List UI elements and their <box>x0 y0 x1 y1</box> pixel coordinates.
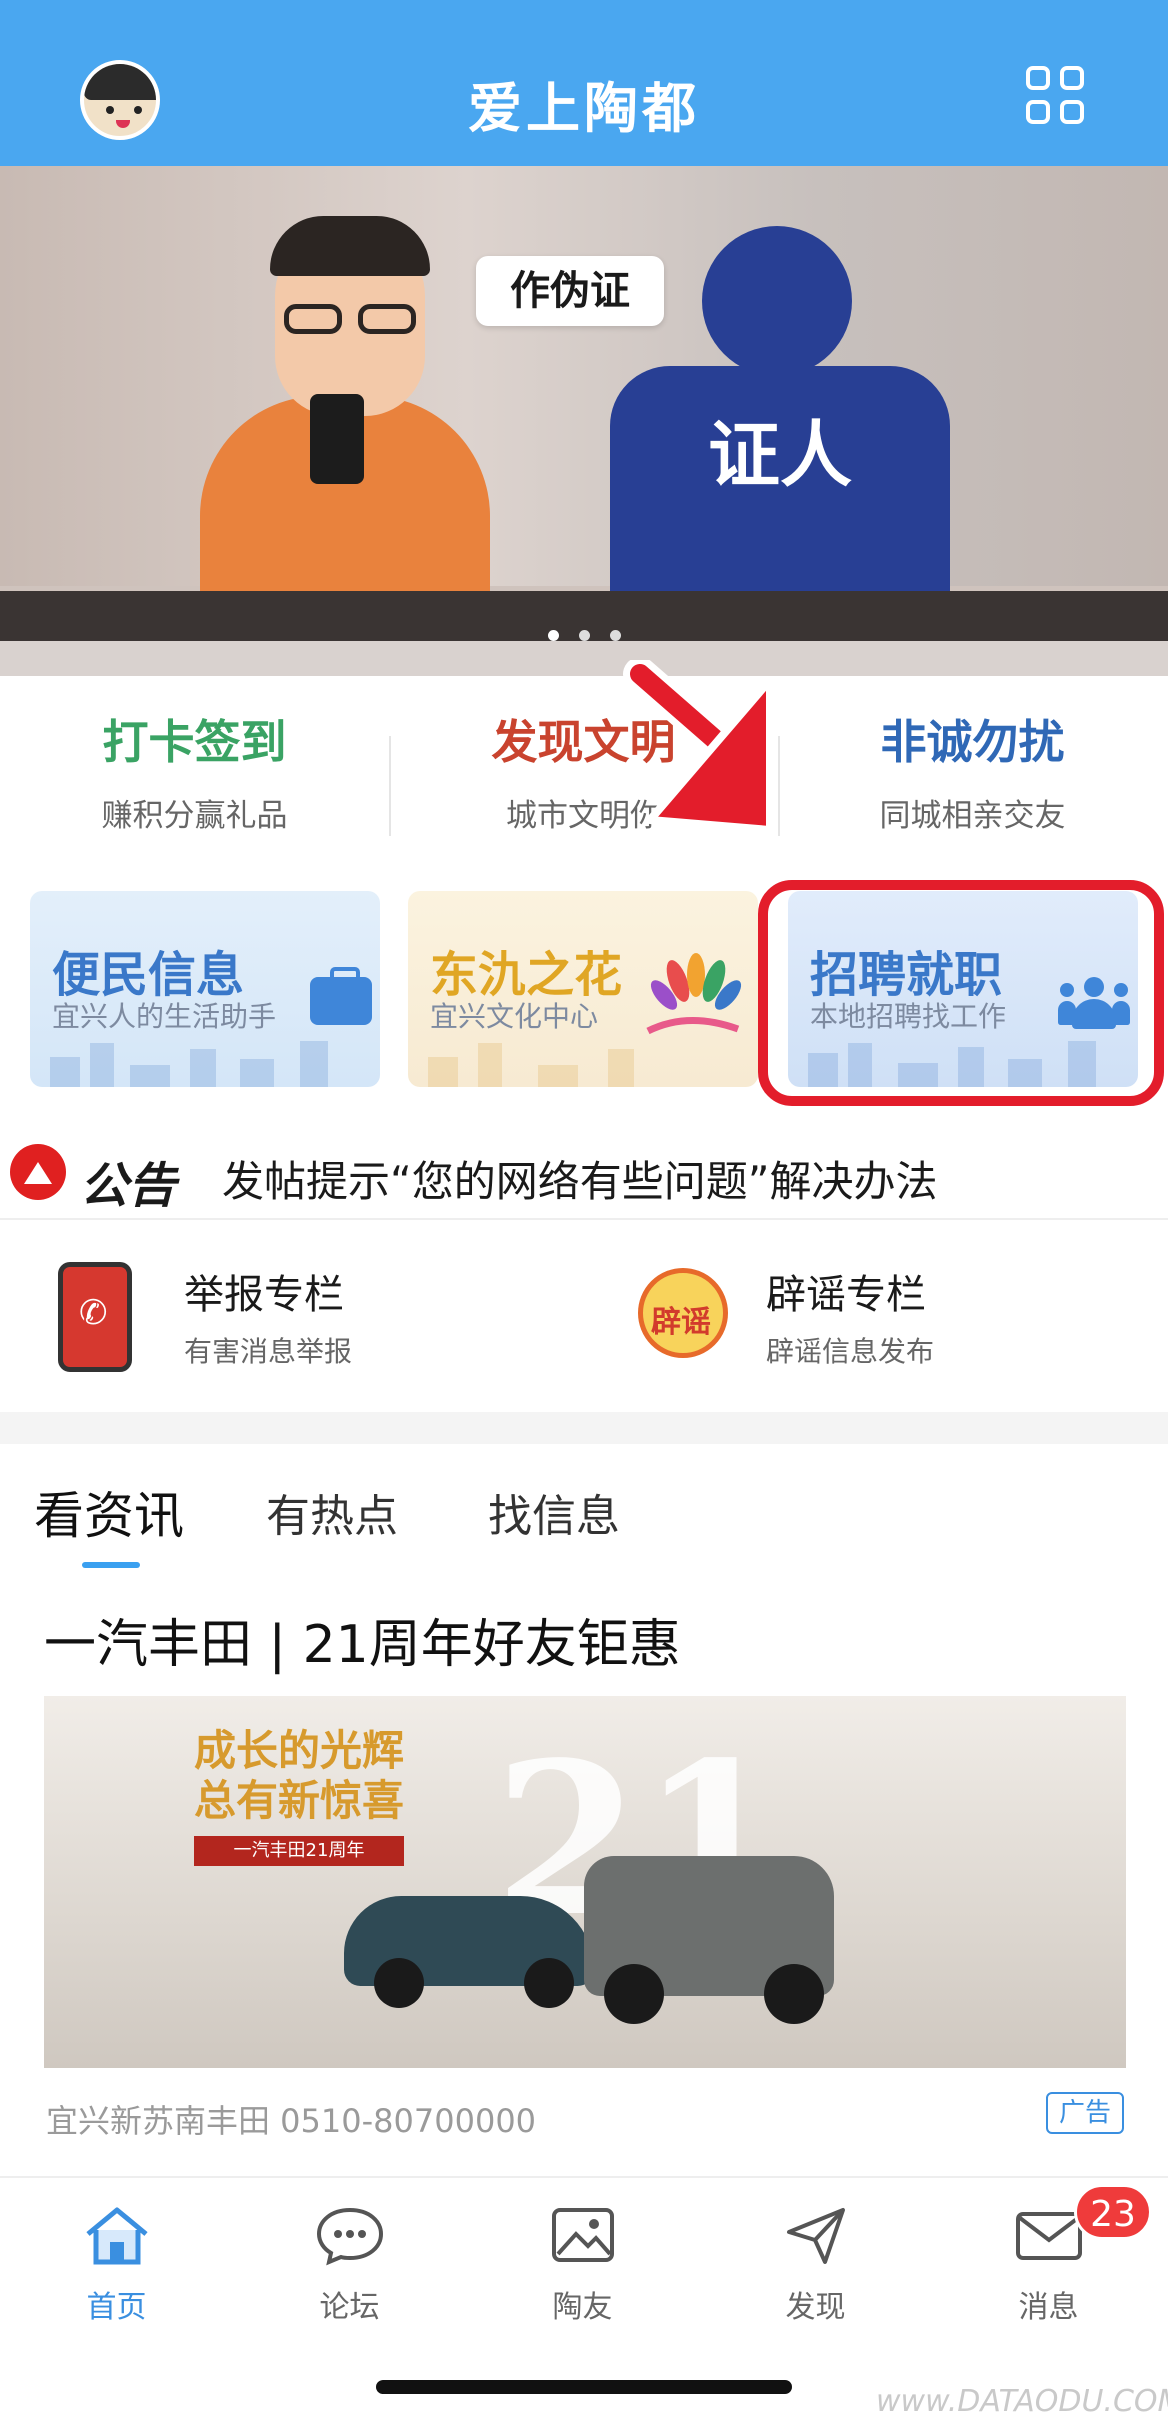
card-subtitle: 宜兴人的生活助手 <box>52 1000 277 1033</box>
red-arrow-annotation <box>623 660 774 834</box>
carousel-dots[interactable] <box>0 626 1168 645</box>
top-bar: 爱上陶都 <box>0 0 1168 166</box>
notice-tag: 公告 <box>80 1158 177 1214</box>
quick-link-title: 打卡签到 <box>102 715 287 769</box>
phone-report-icon <box>58 1262 132 1372</box>
content-tabs: 看资讯 有热点 找信息 <box>0 1444 1168 1574</box>
section-divider <box>0 1412 1168 1444</box>
home-icon <box>85 2207 148 2265</box>
nav-home[interactable]: 首页 <box>0 2204 233 2326</box>
carousel-dot[interactable] <box>609 630 621 641</box>
flower-icon <box>646 953 742 1035</box>
nav-friends[interactable]: 陶友 <box>466 2204 699 2326</box>
quick-link-dating[interactable]: 非诚勿扰 同城相亲交友 <box>778 706 1167 835</box>
ad-badge: 广告 <box>1046 2092 1124 2134</box>
card-dongjiu-flower[interactable]: 东氿之花 宜兴文化中心 <box>408 891 758 1087</box>
home-indicator[interactable] <box>376 2380 792 2394</box>
report-row: 举报专栏 有害消息举报 辟谣 辟谣专栏 辟谣信息发布 <box>0 1222 1168 1412</box>
watermark: www.DATAODU.COM <box>876 2384 1168 2419</box>
report-subtitle: 有害消息举报 <box>184 1335 353 1368</box>
mail-icon <box>1015 2212 1082 2260</box>
carousel-dot[interactable] <box>578 630 590 641</box>
nav-forum[interactable]: 论坛 <box>233 2204 466 2326</box>
glasses-icon <box>278 304 422 334</box>
discover-icon <box>786 2208 845 2264</box>
tab-info[interactable]: 找信息 <box>488 1480 620 1544</box>
quick-link-subtitle: 赚积分赢礼品 <box>101 798 288 834</box>
notice-logo-icon <box>10 1144 66 1200</box>
phone-icon <box>310 394 364 484</box>
banner-carousel[interactable]: 作伪证 证人 <box>0 166 1168 676</box>
ad-image[interactable]: 21 成长的光辉 总有新惊喜 一汽丰田21周年 <box>44 1696 1126 2068</box>
nav-discover[interactable]: 发现 <box>699 2204 932 2326</box>
card-subtitle: 宜兴文化中心 <box>430 1000 599 1033</box>
speech-bubble: 作伪证 <box>476 256 664 326</box>
ad-source: 宜兴新苏南丰田 0510-80700000 <box>46 2102 537 2140</box>
witness-label: 证人 <box>707 413 852 497</box>
tab-news[interactable]: 看资讯 <box>34 1476 184 1548</box>
forum-icon <box>316 2207 383 2266</box>
app-page: 爱上陶都 作伪证 证人 打卡签到 赚积分赢礼品 发现文明 城市文明你 非诚勿扰 … <box>0 0 1168 2424</box>
carousel-dot[interactable] <box>547 630 559 641</box>
image-icon <box>551 2208 614 2262</box>
article-title[interactable]: 一汽丰田 | 21周年好友钜惠 <box>44 1602 681 1677</box>
app-title: 爱上陶都 <box>468 77 700 140</box>
quick-link-checkin[interactable]: 打卡签到 赚积分赢礼品 <box>0 706 389 835</box>
notice-bar[interactable]: 公告 发帖提示“您的网络有些问题”解决办法 <box>0 1120 1168 1220</box>
quick-link-subtitle: 同城相亲交友 <box>879 798 1066 834</box>
tab-active-indicator <box>82 1562 140 1568</box>
rumor-subtitle: 辟谣信息发布 <box>766 1335 935 1368</box>
rumor-icon: 辟谣 <box>638 1268 728 1358</box>
notice-text[interactable]: 发帖提示“您的网络有些问题”解决办法 <box>222 1148 938 1209</box>
grid-menu-icon[interactable] <box>1026 66 1086 126</box>
messages-badge: 23 <box>1074 2184 1152 2240</box>
card-convenience-info[interactable]: 便民信息 宜兴人的生活助手 <box>30 891 380 1087</box>
quick-link-title: 非诚勿扰 <box>880 715 1065 769</box>
quick-links: 打卡签到 赚积分赢礼品 发现文明 城市文明你 非诚勿扰 同城相亲交友 <box>0 676 1168 876</box>
briefcase-icon <box>310 967 372 1025</box>
report-title: 举报专栏 <box>184 1272 344 1318</box>
tab-hot[interactable]: 有热点 <box>266 1480 398 1544</box>
red-highlight-box <box>758 880 1164 1106</box>
rumor-title: 辟谣专栏 <box>766 1272 926 1318</box>
